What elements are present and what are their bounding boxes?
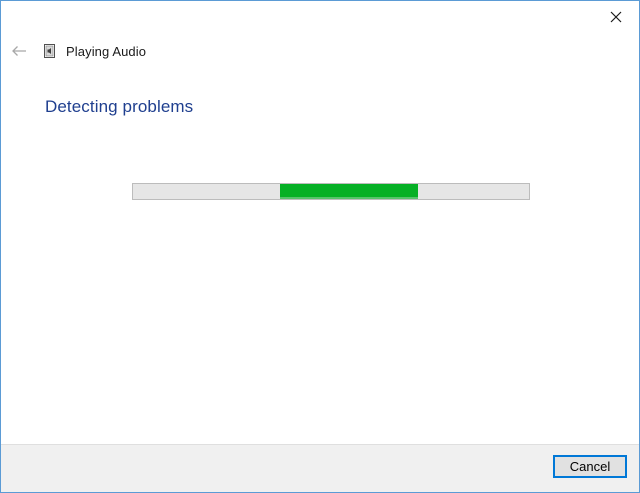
- close-icon: [610, 11, 622, 23]
- window-title: Playing Audio: [66, 43, 147, 59]
- progress-indicator: [279, 184, 419, 199]
- troubleshooter-window: Playing Audio Detecting problems Cancel: [0, 0, 640, 493]
- back-arrow-icon: [12, 46, 26, 56]
- back-button[interactable]: [9, 41, 29, 61]
- navigation-row: Playing Audio: [9, 39, 146, 63]
- progress-bar: [132, 183, 530, 200]
- page-title: Detecting problems: [45, 97, 194, 116]
- cancel-button[interactable]: Cancel: [553, 455, 627, 478]
- speaker-document-icon: [42, 43, 58, 59]
- close-button[interactable]: [593, 1, 639, 33]
- footer-bar: Cancel: [1, 444, 639, 492]
